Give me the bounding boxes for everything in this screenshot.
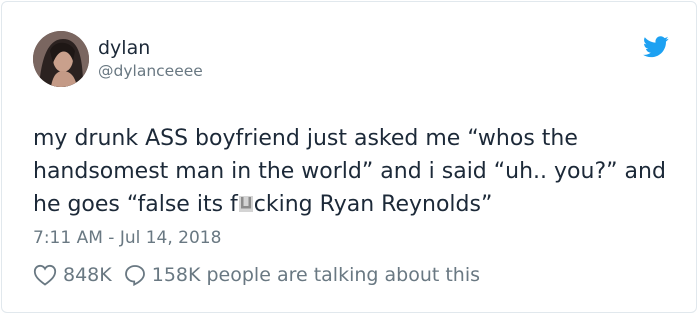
tweet-text-part2: cking Ryan Reynolds” [253, 192, 493, 217]
timestamp[interactable]: 7:11 AM - Jul 14, 2018 [33, 227, 221, 249]
twitter-bird-icon[interactable] [643, 36, 669, 58]
author-name[interactable]: dylan [98, 37, 150, 59]
likes-count[interactable]: 848K [63, 264, 112, 286]
heart-icon[interactable] [33, 264, 57, 286]
replies-text[interactable]: 158K people are talking about this [152, 264, 480, 286]
tweet-card[interactable]: dylan @dylanceeee my drunk ASS boyfriend… [1, 1, 697, 313]
avatar[interactable] [33, 31, 89, 87]
speech-bubble-icon[interactable] [124, 264, 146, 286]
author-handle[interactable]: @dylanceeee [98, 61, 203, 81]
engagement-bar: 848K 158K people are talking about this [33, 262, 480, 288]
censor-block-icon [238, 189, 253, 212]
tweet-text: my drunk ASS boyfriend just asked me “wh… [33, 122, 678, 221]
